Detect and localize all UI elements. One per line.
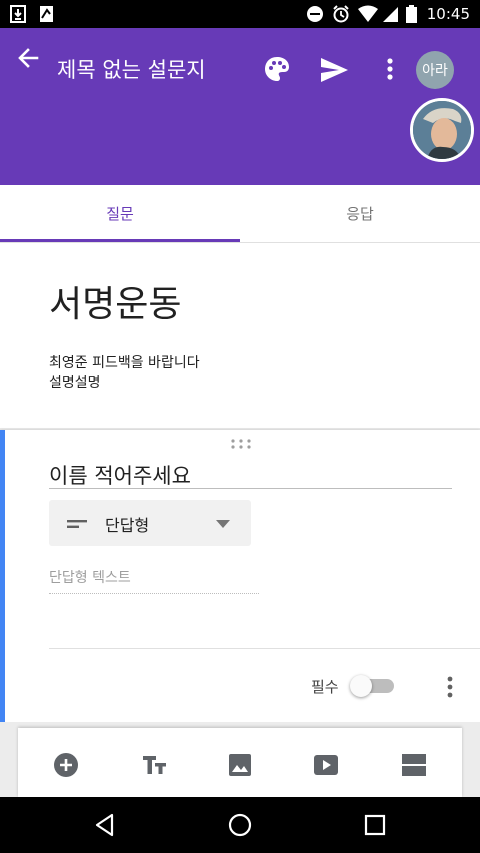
back-arrow-icon[interactable] xyxy=(12,42,44,74)
add-question-icon[interactable] xyxy=(53,752,79,778)
section-icon[interactable] xyxy=(401,752,427,778)
signal-icon xyxy=(383,7,398,22)
image-icon[interactable] xyxy=(227,752,253,778)
card-divider xyxy=(49,648,480,649)
battery-icon xyxy=(406,5,417,23)
short-answer-icon xyxy=(67,520,87,528)
tab-questions[interactable]: 질문 xyxy=(0,185,240,241)
more-vert-icon[interactable] xyxy=(378,54,402,84)
question-title-underline xyxy=(49,488,452,489)
card-accent-bar xyxy=(0,430,5,722)
video-icon[interactable] xyxy=(313,752,339,778)
document-icon xyxy=(40,6,53,22)
profile-photo-image xyxy=(413,101,471,159)
title-text-icon[interactable] xyxy=(141,752,167,778)
app-bar: 제목 없는 설문지 아라 xyxy=(0,28,480,185)
download-icon xyxy=(10,5,26,23)
system-nav-bar xyxy=(0,797,480,853)
send-icon[interactable] xyxy=(318,54,350,86)
nav-back-icon[interactable] xyxy=(92,812,118,838)
status-time: 10:45 xyxy=(426,5,470,23)
tab-responses[interactable]: 응답 xyxy=(240,185,480,241)
form-heading[interactable]: 서명운동 xyxy=(49,275,181,327)
question-card[interactable]: 이름 적어주세요 단답형 단답형 텍스트 필수 xyxy=(0,430,480,722)
toggle-thumb xyxy=(350,675,372,697)
account-avatar[interactable]: 아라 xyxy=(416,51,454,89)
dropdown-arrow-icon xyxy=(216,520,230,528)
drag-handle-icon[interactable] xyxy=(230,438,252,450)
question-more-icon[interactable] xyxy=(440,674,460,700)
alarm-icon xyxy=(333,5,349,23)
nav-recents-icon[interactable] xyxy=(362,812,388,838)
required-toggle[interactable] xyxy=(350,675,396,699)
palette-icon[interactable] xyxy=(262,54,292,84)
short-answer-placeholder: 단답형 텍스트 xyxy=(49,567,259,594)
tab-indicator xyxy=(0,239,240,242)
tab-bar: 질문 응답 xyxy=(0,185,480,243)
question-type-dropdown[interactable]: 단답형 xyxy=(49,500,251,546)
nav-home-icon[interactable] xyxy=(227,812,253,838)
header-profile-photo[interactable] xyxy=(410,98,474,162)
question-type-label: 단답형 xyxy=(105,516,150,535)
form-title[interactable]: 제목 없는 설문지 xyxy=(57,54,206,84)
status-bar: 10:45 xyxy=(0,0,480,28)
question-title[interactable]: 이름 적어주세요 xyxy=(49,460,191,490)
dnd-icon xyxy=(307,6,323,22)
required-label: 필수 xyxy=(311,678,339,696)
form-header-card: 서명운동 최영준 피드백을 바랍니다 설명설명 xyxy=(0,243,480,428)
bottom-toolbar xyxy=(18,728,462,797)
wifi-icon xyxy=(358,5,378,22)
form-description[interactable]: 최영준 피드백을 바랍니다 설명설명 xyxy=(49,353,200,393)
